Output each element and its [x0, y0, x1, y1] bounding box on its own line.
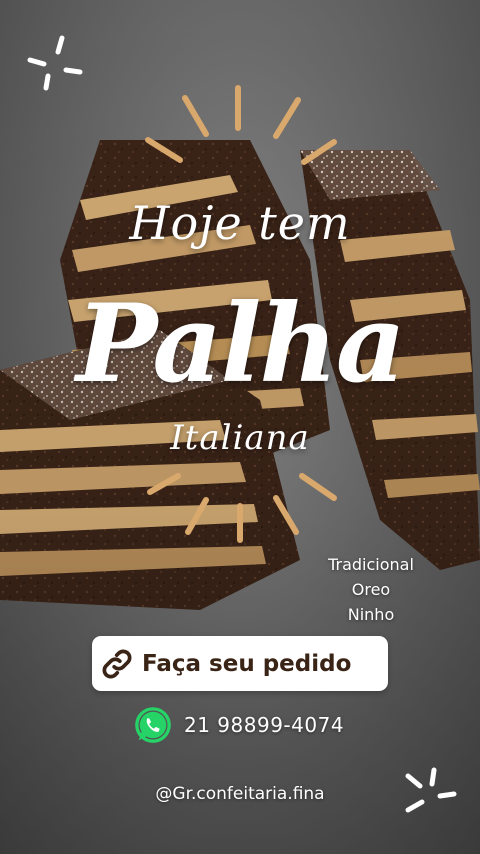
title-italiana: Italiana — [170, 418, 310, 458]
sparkle-icon — [27, 35, 83, 91]
title-hoje-tem: Hoje tem — [129, 196, 351, 250]
whatsapp-icon — [135, 707, 171, 743]
order-button-label: Faça seu pedido — [142, 650, 352, 677]
story-canvas: Hoje tem Palha Italiana Tradicional Oreo… — [0, 0, 480, 854]
title-palha: Palha — [76, 281, 406, 407]
phone-number: 21 98899-4074 — [184, 713, 345, 737]
whatsapp-contact[interactable]: 21 98899-4074 — [134, 706, 344, 744]
order-link-button[interactable]: Faça seu pedido — [92, 636, 388, 691]
flavor-list: Tradicional Oreo Ninho — [316, 552, 426, 627]
flavor-item: Oreo — [351, 580, 391, 599]
flavor-item: Ninho — [347, 605, 395, 624]
flavor-item: Tradicional — [328, 555, 414, 574]
instagram-handle: @Gr.confeitaria.fina — [155, 784, 325, 804]
link-icon — [102, 649, 132, 678]
